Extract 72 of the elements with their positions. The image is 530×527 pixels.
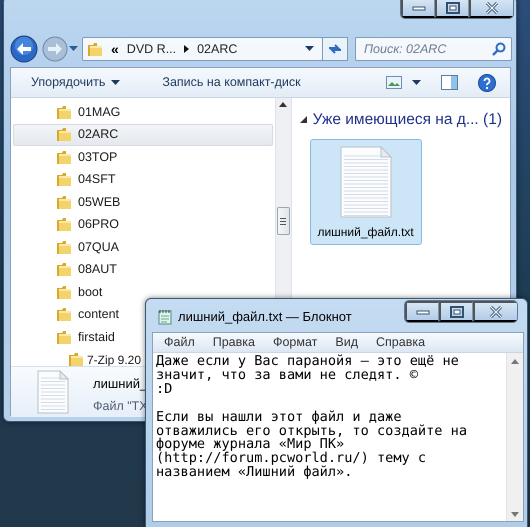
address-bar[interactable]: « DVD R... 02ARC [82, 37, 323, 61]
menu-item[interactable]: Вид [327, 333, 366, 352]
folder-icon [68, 352, 84, 366]
maximize-button[interactable] [435, 0, 469, 18]
view-button[interactable] [386, 76, 421, 89]
window-title: лишний_файл.txt — Блокнот [178, 308, 352, 326]
toolbar-button[interactable]: Упорядочить [25, 71, 126, 94]
folder-icon [56, 194, 72, 210]
folder-icon [56, 150, 72, 165]
close-icon [485, 2, 499, 14]
maximize-button[interactable] [439, 301, 473, 322]
folder-icon [56, 217, 72, 232]
text-file-icon [37, 370, 69, 414]
tree-item[interactable]: boot [13, 281, 273, 304]
minimize-icon [416, 308, 430, 314]
scrollbar[interactable] [506, 353, 523, 521]
file-name: лишний_ [93, 374, 148, 393]
minimize-icon [412, 4, 426, 10]
close-button[interactable] [473, 301, 517, 322]
breadcrumb-separator-icon[interactable] [184, 45, 190, 53]
menu-item[interactable]: Правка [204, 333, 263, 352]
menu-item[interactable]: Формат [264, 333, 326, 352]
search-field[interactable]: Поиск: 02ARC [355, 37, 512, 61]
document-text[interactable]: Даже если у Вас паранойя – это ещё не значит, что за вами не следят. © :D Если вы нашли этот файл и даже отважились его открыть, то создайте на форуме журнала «Мир ПК» (http://forum.pcworld.ru/) тему с названием «Лишний файл». [153, 353, 506, 521]
minimize-button[interactable] [401, 0, 435, 18]
caret-icon [69, 46, 78, 52]
help-button[interactable] [478, 74, 496, 92]
refresh-icon [328, 42, 342, 56]
caret-icon[interactable] [305, 46, 314, 52]
tree-item[interactable]: 03TOP [13, 146, 273, 168]
notepad-icon [158, 308, 172, 325]
view-icon [386, 76, 402, 89]
group-header[interactable]: Уже имеющиеся на д... (1) [300, 108, 502, 132]
text-file-icon [340, 146, 392, 218]
close-button[interactable] [469, 0, 513, 18]
folder-icon [56, 307, 72, 322]
overflow-chevron[interactable]: « [111, 38, 119, 60]
toolbar-button[interactable]: Запись на компакт-диск [156, 71, 307, 94]
tree-item[interactable]: 07QUA [13, 236, 273, 258]
tree-item[interactable]: 08AUT [13, 258, 273, 281]
tree-item[interactable]: 01MAG [13, 101, 273, 124]
menu-item[interactable]: Файл [156, 333, 203, 352]
scroll-up-icon[interactable] [279, 102, 288, 107]
folder-icon [56, 240, 72, 255]
scroll-thumb[interactable] [276, 207, 290, 235]
maximize-icon [450, 306, 464, 318]
breadcrumb[interactable]: DVD R... [126, 40, 176, 58]
minimize-button[interactable] [405, 301, 439, 322]
folder-icon [56, 330, 72, 345]
search-icon[interactable] [492, 42, 506, 56]
refresh-button[interactable] [322, 37, 348, 61]
folder-icon [87, 42, 103, 56]
menu-item[interactable]: Справка [368, 333, 434, 352]
maximize-icon [446, 2, 460, 14]
scroll-down-icon[interactable] [511, 512, 519, 517]
tree-item[interactable]: 04SFT [13, 168, 273, 191]
preview-pane-icon [441, 75, 458, 90]
folder-icon [56, 262, 72, 278]
folder-icon [56, 172, 72, 188]
folder-icon [56, 284, 72, 300]
caret-icon [412, 80, 421, 86]
tree-item[interactable]: 05WEB [13, 191, 273, 214]
history-dropdown[interactable] [69, 46, 78, 52]
folder-icon [56, 127, 72, 142]
folder-icon [56, 104, 72, 120]
tree-item[interactable]: 06PRO [13, 214, 273, 236]
back-button[interactable] [10, 35, 38, 63]
close-icon [489, 306, 503, 318]
breadcrumb[interactable]: 02ARC [197, 40, 238, 58]
help-icon [478, 74, 496, 92]
file-item[interactable]: лишний_файл.txt [310, 139, 422, 246]
tree-item[interactable]: 02ARC [13, 124, 273, 146]
